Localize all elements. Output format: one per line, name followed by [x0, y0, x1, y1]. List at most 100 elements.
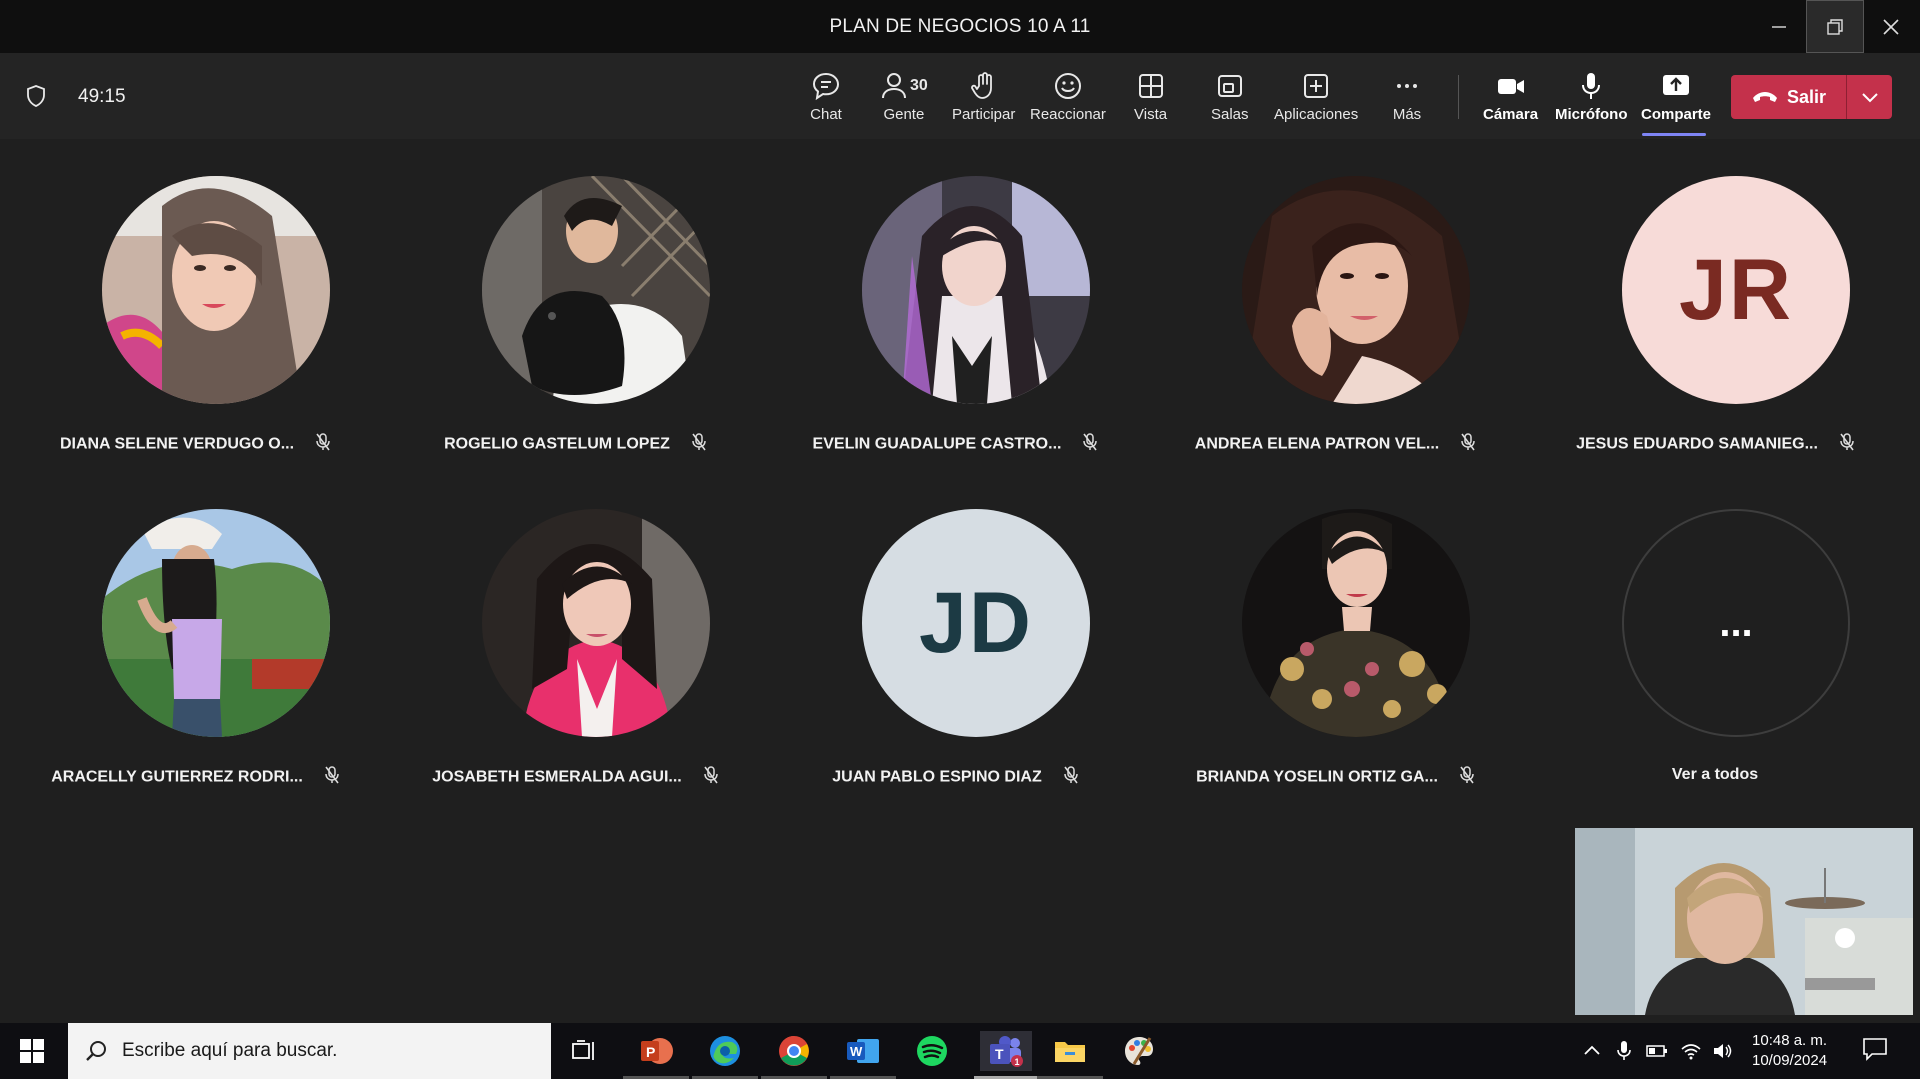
share-active-indicator — [1642, 133, 1706, 136]
task-view-icon — [572, 1040, 594, 1060]
leave-label: Salir — [1786, 86, 1827, 107]
muted-microphone-icon — [692, 433, 706, 456]
participant-name: ARACELLY GUTIERREZ RODRI... — [5, 766, 385, 789]
leave-button-group: Salir — [1731, 75, 1892, 119]
file-explorer-taskbar-button[interactable] — [1037, 1031, 1103, 1079]
word-taskbar-button[interactable]: W — [830, 1031, 896, 1079]
svg-text:T: T — [995, 1046, 1004, 1062]
more-icon — [1397, 84, 1417, 88]
muted-microphone-icon — [1083, 433, 1098, 456]
notifications-button[interactable] — [1862, 1037, 1888, 1066]
microphone-button[interactable]: Micrófono — [1555, 71, 1628, 123]
hang-up-icon — [1752, 92, 1777, 102]
powerpoint-icon: P — [641, 1038, 673, 1064]
more-button[interactable]: Más — [1392, 71, 1422, 123]
view-button[interactable]: Vista — [1134, 71, 1167, 123]
chevron-down-icon — [1861, 93, 1878, 103]
battery-icon[interactable] — [1646, 1044, 1668, 1058]
minimize-icon — [1772, 25, 1786, 28]
muted-microphone-icon — [1840, 433, 1854, 456]
muted-microphone-icon — [1064, 766, 1078, 789]
participant-tile[interactable]: EVELIN GUADALUPE CASTRO... — [765, 176, 1145, 476]
share-label: Comparte — [1641, 106, 1712, 123]
participant-tile[interactable]: ARACELLY GUTIERREZ RODRI... — [5, 509, 385, 809]
chevron-up-icon[interactable] — [1582, 1041, 1602, 1061]
powerpoint-taskbar-button[interactable]: P — [623, 1031, 689, 1079]
meeting-toolbar: 49:15 Chat 30 Gente Participar Reacciona… — [0, 53, 1920, 139]
participant-tile[interactable]: JR JESUS EDUARDO SAMANIEG... — [1525, 176, 1905, 476]
people-button[interactable]: 30 Gente — [880, 71, 928, 123]
svg-text:P: P — [646, 1044, 655, 1060]
edge-taskbar-button[interactable] — [692, 1031, 758, 1079]
paint-taskbar-button[interactable] — [1118, 1031, 1160, 1071]
participant-name: EVELIN GUADALUPE CASTRO... — [765, 433, 1145, 456]
people-icon — [882, 73, 906, 99]
shield-icon — [26, 85, 46, 112]
leave-options-dropdown[interactable] — [1847, 75, 1892, 119]
participant-photo — [862, 176, 1090, 404]
paint-palette-icon — [1125, 1037, 1153, 1065]
taskbar-clock[interactable]: 10:48 a. m. 10/09/2024 — [1752, 1031, 1827, 1071]
wifi-icon[interactable] — [1680, 1042, 1702, 1060]
leave-button[interactable]: Salir — [1731, 75, 1847, 119]
participant-tile[interactable]: JD JUAN PABLO ESPINO DIAZ — [765, 509, 1145, 809]
restore-icon — [1827, 18, 1843, 35]
taskbar-search-box[interactable]: Escribe aquí para buscar. — [68, 1023, 551, 1079]
participant-name: JUAN PABLO ESPINO DIAZ — [765, 766, 1145, 789]
see-all-tile[interactable]: ... Ver a todos — [1525, 509, 1905, 809]
view-label: Vista — [1134, 106, 1168, 123]
raise-hand-button[interactable]: Participar — [952, 71, 1015, 123]
folder-icon — [1055, 1042, 1085, 1062]
participant-tile[interactable]: JOSABETH ESMERALDA AGUI... — [385, 509, 765, 809]
clock-time: 10:48 a. m. — [1752, 1032, 1828, 1049]
participant-name: ROGELIO GASTELUM LOPEZ — [385, 433, 765, 456]
apps-button[interactable]: Aplicaciones — [1274, 71, 1358, 123]
apps-label: Aplicaciones — [1274, 106, 1359, 123]
chat-button[interactable]: Chat — [810, 71, 842, 123]
participant-tile[interactable]: ROGELIO GASTELUM LOPEZ — [385, 176, 765, 476]
react-button[interactable]: Reaccionar — [1030, 71, 1106, 123]
people-count: 30 — [910, 77, 928, 94]
chrome-icon — [779, 1036, 809, 1066]
participant-photo — [482, 509, 710, 737]
microphone-in-use-icon[interactable] — [1616, 1040, 1632, 1062]
rooms-button[interactable]: Salas — [1211, 71, 1249, 123]
task-view-button[interactable] — [563, 1031, 605, 1071]
teams-taskbar-button[interactable]: T1 — [974, 1031, 1040, 1079]
participant-tile[interactable]: DIANA SELENE VERDUGO O... — [5, 176, 385, 476]
self-video-preview[interactable] — [1575, 828, 1913, 1015]
participant-photo — [102, 509, 330, 737]
muted-microphone-icon — [704, 766, 718, 789]
more-label: Más — [1392, 106, 1422, 123]
notifications-icon — [1863, 1038, 1887, 1061]
camera-button[interactable]: Cámara — [1483, 71, 1538, 123]
hand-icon — [970, 72, 992, 99]
breakout-rooms-icon — [1217, 75, 1242, 97]
raise-hand-label: Participar — [952, 106, 1016, 123]
minimize-button[interactable] — [1750, 0, 1808, 53]
participant-tile[interactable]: BRIANDA YOSELIN ORTIZ GA... — [1145, 509, 1525, 809]
chrome-taskbar-button[interactable] — [761, 1031, 827, 1079]
edge-icon — [710, 1036, 740, 1066]
participant-name: JESUS EDUARDO SAMANIEG... — [1525, 433, 1905, 456]
volume-icon[interactable] — [1712, 1042, 1734, 1060]
spotify-taskbar-button[interactable] — [911, 1031, 953, 1071]
participant-name: JOSABETH ESMERALDA AGUI... — [385, 766, 765, 789]
microphone-icon — [1582, 73, 1601, 99]
participant-name: ANDREA ELENA PATRON VEL... — [1145, 433, 1525, 456]
close-window-button[interactable] — [1862, 0, 1920, 53]
participant-tile[interactable]: ANDREA ELENA PATRON VEL... — [1145, 176, 1525, 476]
participant-initials: JR — [1679, 241, 1793, 338]
restore-button[interactable] — [1806, 0, 1864, 53]
search-placeholder: Escribe aquí para buscar. — [122, 1040, 338, 1061]
share-screen-icon — [1663, 75, 1689, 95]
share-button[interactable]: Comparte — [1641, 71, 1711, 123]
participant-name: DIANA SELENE VERDUGO O... — [5, 433, 385, 456]
title-bar: PLAN DE NEGOCIOS 10 A 11 — [0, 0, 1920, 53]
chat-label: Chat — [810, 106, 842, 123]
participant-initials-avatar: JD — [862, 509, 1090, 737]
camera-label: Cámara — [1483, 106, 1539, 123]
start-button[interactable] — [20, 1039, 44, 1068]
meeting-timer: 49:15 — [78, 86, 126, 107]
see-all-button[interactable]: ... — [1622, 509, 1850, 737]
